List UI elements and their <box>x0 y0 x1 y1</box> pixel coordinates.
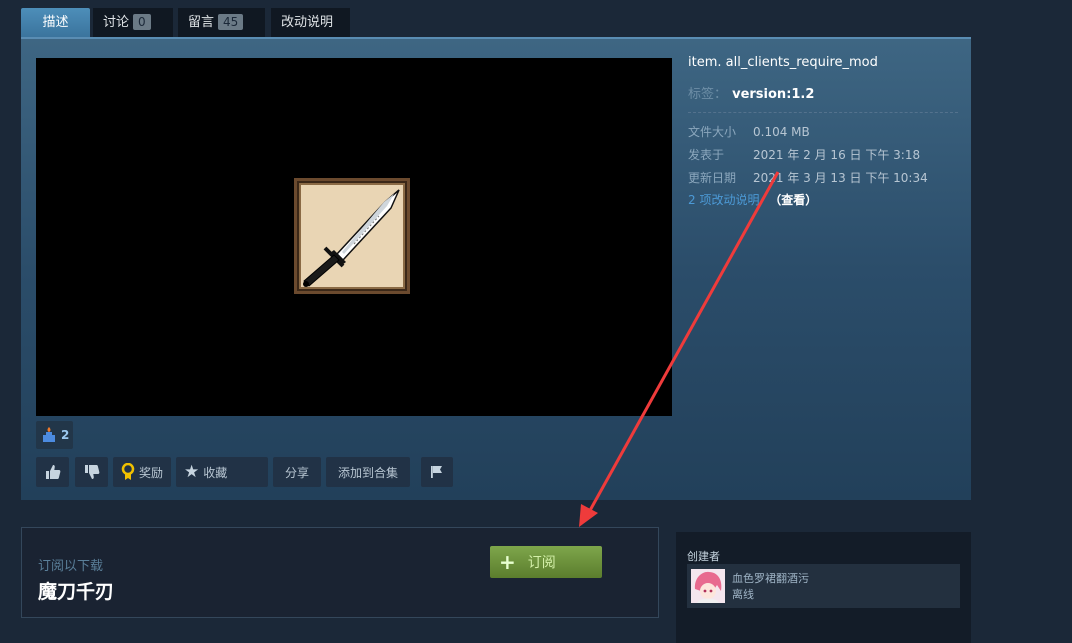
flag-icon <box>431 466 442 478</box>
avatar <box>691 569 725 603</box>
favorite-button[interactable]: ★ 收藏 <box>176 457 268 487</box>
tab-label: 改动说明 <box>281 15 334 30</box>
award-trophy-icon <box>43 427 55 442</box>
updated-value: 2021 年 3 月 13 日 下午 10:34 <box>753 171 928 185</box>
file-size-label: 文件大小 <box>688 125 737 139</box>
updated-label: 更新日期 <box>688 171 737 185</box>
star-icon: ★ <box>184 461 200 482</box>
award-summary: 2 <box>36 421 74 451</box>
creator-status: 离线 <box>732 588 754 601</box>
view-changes-link[interactable]: （查看） <box>769 193 817 207</box>
share-button-label: 分享 <box>284 465 309 480</box>
subscribe-button[interactable]: + 订阅 <box>490 546 602 578</box>
item-panel: 2 奖励 ★ 收藏 分享 添加到合集 item. all_clients_req… <box>21 37 971 500</box>
thumbs-down-icon <box>84 465 99 479</box>
subscribe-box: 订阅以下载 魔刀千刃 + 订阅 <box>21 527 659 618</box>
report-button[interactable] <box>421 457 453 487</box>
tags-value[interactable]: version:1.2 <box>732 87 814 102</box>
posted-label: 发表于 <box>688 148 725 162</box>
add-to-collection-label: 添加到合集 <box>337 465 398 480</box>
item-details: item. all_clients_require_mod 标签： versio… <box>688 55 958 208</box>
vote-up-button[interactable] <box>36 457 69 487</box>
tab-comments[interactable]: 留言 45 <box>178 8 265 37</box>
tab-label: 讨论 <box>103 15 130 30</box>
creator-row[interactable]: 血色罗裙翻酒污 离线 <box>687 564 960 608</box>
share-button[interactable]: 分享 <box>273 457 321 487</box>
posted-value: 2021 年 2 月 16 日 下午 3:18 <box>753 148 921 162</box>
plus-icon: + <box>499 550 516 574</box>
tab-count-badge: 45 <box>218 14 244 30</box>
subscribe-button-label: 订阅 <box>527 555 556 571</box>
posted-row: 发表于 2021 年 2 月 16 日 下午 3:18 <box>688 144 958 167</box>
item-preview-image <box>294 178 410 294</box>
details-divider <box>688 112 958 113</box>
tab-label: 留言 <box>188 15 215 30</box>
tab-count-badge: 0 <box>133 14 151 30</box>
creator-box: 创建者 血色罗裙翻酒污 离线 <box>676 532 971 643</box>
subscribe-caption: 订阅以下载 <box>38 559 104 574</box>
tags-label: 标签： <box>688 87 728 102</box>
vote-down-button[interactable] <box>75 457 108 487</box>
tab-label: 描述 <box>42 15 69 30</box>
item-title: 魔刀千刃 <box>38 581 115 603</box>
add-to-collection-button[interactable]: 添加到合集 <box>326 457 410 487</box>
change-notes-link[interactable]: 2 项改动说明 <box>688 193 759 207</box>
award-chip[interactable]: 2 <box>36 421 74 449</box>
file-size-value: 0.104 MB <box>753 125 810 139</box>
preview-media[interactable] <box>36 58 672 416</box>
updated-row: 更新日期 2021 年 3 月 13 日 下午 10:34 <box>688 167 958 190</box>
award-ribbon-icon <box>121 463 135 480</box>
change-notes-row: 2 项改动说明 （查看） <box>688 191 958 208</box>
award-button[interactable]: 奖励 <box>113 457 171 487</box>
file-size-row: 文件大小 0.104 MB <box>688 121 958 144</box>
award-count: 2 <box>61 428 70 442</box>
favorite-button-label: 收藏 <box>203 465 228 480</box>
tab-description[interactable]: 描述 <box>21 8 90 38</box>
creator-heading: 创建者 <box>687 550 720 563</box>
creator-name: 血色罗裙翻酒污 <box>732 572 809 585</box>
tab-change-notes[interactable]: 改动说明 <box>271 8 350 37</box>
tab-discussions[interactable]: 讨论 0 <box>93 8 173 37</box>
thumbs-up-icon <box>45 465 60 479</box>
award-button-label: 奖励 <box>138 465 163 480</box>
tag-title: item. all_clients_require_mod <box>688 55 878 70</box>
